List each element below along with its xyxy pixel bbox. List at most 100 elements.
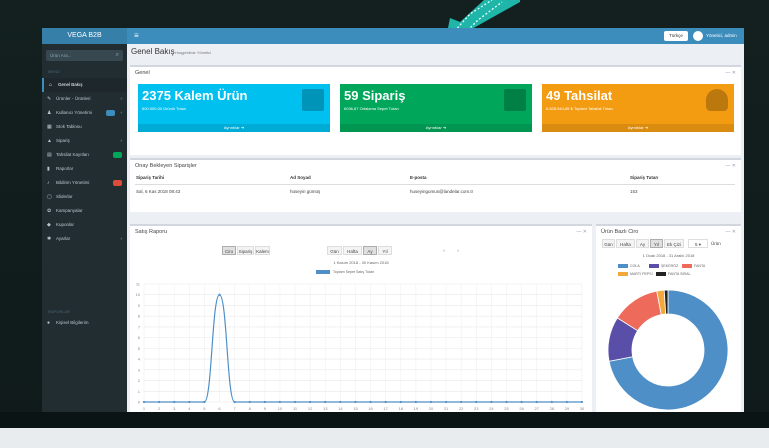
top-navbar: VEGA B2B ≡ Türkçe Yönetici, admin (42, 28, 744, 44)
sidebar-item-label: Tahsilat Kayıtları (56, 152, 90, 157)
sidebar-item-5[interactable]: ▤ Tahsilat Kayıtları (42, 148, 127, 162)
box-tools[interactable]: — ✕ (576, 228, 587, 237)
legend-swatch (618, 264, 628, 268)
legend-label[interactable]: FANTA (694, 264, 705, 269)
pie-period-button-0[interactable]: Gün (602, 239, 615, 248)
sidebar-item-2[interactable]: ♟ Kullanıcı Yönetimi ‹ (42, 106, 127, 120)
data-point[interactable] (384, 400, 387, 404)
sidebar-item-3[interactable]: ▦ Stok Tablosu (42, 120, 127, 134)
pie-period-button-3[interactable]: Yıl (650, 239, 663, 248)
pie-period-button-1[interactable]: Hafta (616, 239, 635, 248)
chevron-left-icon[interactable]: ‹ (438, 246, 450, 255)
box-tools[interactable]: — ✕ (725, 162, 736, 171)
data-point[interactable] (218, 293, 221, 296)
legend-label[interactable]: ŞEKERÖZ (661, 264, 678, 269)
info-card-details-link[interactable]: Ayrıntılar ➜ (138, 124, 330, 132)
table-header[interactable]: E-posta (410, 174, 427, 181)
data-point[interactable] (263, 400, 266, 404)
pie-period-button-2[interactable]: Ay (636, 239, 649, 248)
metric-button-0[interactable]: Ciro (222, 246, 236, 255)
data-point[interactable] (339, 400, 342, 404)
period-button-0[interactable]: Gün (327, 246, 342, 255)
info-card-1[interactable]: 59 Sipariş 6036,87 Ortalama Sepet Tutarı A… (340, 84, 532, 132)
data-point[interactable] (535, 400, 538, 404)
data-point[interactable] (369, 400, 372, 404)
y-tick-label: 4 (138, 357, 141, 362)
table-header[interactable]: Sipariş Tutarı (630, 174, 658, 181)
info-card-0[interactable]: 2375 Kalem Ürün 600.000,00 Ürünlü Tutarı A… (138, 84, 330, 132)
data-point[interactable] (444, 400, 448, 404)
search-icon[interactable]: ⌕ (116, 50, 119, 61)
box-tools[interactable]: — ✕ (725, 228, 736, 237)
sidebar-item-6[interactable]: ▮ Raporlar (42, 162, 127, 176)
data-point[interactable] (278, 400, 282, 404)
data-point[interactable] (293, 400, 297, 404)
sidebar-search-input[interactable]: Ürün Ara... ⌕ (46, 50, 123, 61)
data-point[interactable] (158, 400, 161, 404)
count-badge (113, 180, 122, 186)
user-name[interactable]: Yönetici, admin (706, 31, 737, 41)
brand-logo[interactable]: VEGA B2B (42, 28, 127, 44)
x-tick-label: 17 (383, 406, 388, 411)
x-tick-label: 19 (414, 406, 419, 411)
sidebar-item-label: Ayarlar (56, 236, 71, 241)
data-point[interactable] (429, 400, 433, 404)
data-point[interactable] (460, 400, 463, 404)
legend-label[interactable]: FANTA SIRAL (668, 272, 691, 277)
sidebar-item-8[interactable]: ▢ Sliderlar (42, 190, 127, 204)
data-point[interactable] (520, 400, 523, 404)
data-point[interactable] (550, 400, 553, 404)
bars-icon[interactable]: ≡ (134, 31, 139, 41)
legend-swatch (656, 272, 666, 276)
sidebar-item-12[interactable]: ● Kişisel Bilgilerim (42, 316, 127, 330)
data-point[interactable] (354, 400, 357, 404)
sidebar-item-0[interactable]: ⌂ Genel Bakış (42, 78, 127, 92)
data-point[interactable] (173, 400, 176, 404)
data-point[interactable] (580, 400, 584, 404)
data-point[interactable] (188, 400, 191, 404)
language-button[interactable]: Türkçe (664, 31, 688, 41)
sidebar-item-4[interactable]: ▲ Sipariş ‹ (42, 134, 127, 148)
info-card-2[interactable]: 49 Tahsilat 6.628.944,85 ₺ Toplam Tahsila… (542, 84, 734, 132)
period-button-2[interactable]: Ay (363, 246, 377, 255)
data-point[interactable] (565, 400, 568, 404)
data-point[interactable] (505, 400, 508, 404)
data-point[interactable] (414, 400, 417, 404)
metric-button-2[interactable]: Kalem (255, 246, 270, 255)
period-button-3[interactable]: Yıl (378, 246, 392, 255)
x-tick-label: 27 (534, 406, 539, 411)
data-point[interactable] (399, 400, 402, 404)
metric-button-1[interactable]: Sipariş (237, 246, 254, 255)
sidebar-item-9[interactable]: ✿ Kampanyalar (42, 204, 127, 218)
tag-icon: ✎ (47, 96, 52, 102)
data-point[interactable] (248, 400, 251, 404)
data-point[interactable] (475, 400, 478, 404)
data-point[interactable] (142, 400, 146, 404)
info-card-details-link[interactable]: Ayrıntılar ➜ (542, 124, 734, 132)
table-header[interactable]: Sipariş Tarihi (136, 174, 164, 181)
bell-icon: ♪ (47, 180, 50, 186)
legend-label[interactable]: Toplam Sepet Satış Tutarı (333, 270, 374, 275)
legend-label[interactable]: COLA (630, 264, 640, 269)
box-tools[interactable]: — ✕ (725, 69, 736, 78)
legend-label[interactable]: MARTİ PEPSİ (630, 272, 653, 277)
data-point[interactable] (324, 400, 327, 404)
sidebar-item-1[interactable]: ✎ Ürünler - Ürünleri ‹ (42, 92, 127, 106)
pie-period-button-4[interactable]: Ek Çizi (664, 239, 684, 248)
sidebar-item-7[interactable]: ♪ Bildirim Yönetimi (42, 176, 127, 190)
table-header[interactable]: Ad Soyad (290, 174, 311, 181)
data-point[interactable] (490, 400, 493, 404)
sidebar-item-11[interactable]: ✱ Ayarlar ‹ (42, 232, 127, 246)
user-avatar-icon[interactable] (693, 31, 703, 41)
info-card-details-link[interactable]: Ayrıntılar ➜ (340, 124, 532, 132)
data-point[interactable] (309, 400, 312, 404)
data-point[interactable] (203, 400, 206, 404)
period-button-1[interactable]: Hafta (343, 246, 362, 255)
x-tick-label: 14 (338, 406, 343, 411)
sidebar-item-10[interactable]: ◆ Kuponlar (42, 218, 127, 232)
y-tick-label: 11 (136, 282, 141, 287)
sidebar-item-label: Kullanıcı Yönetimi (56, 110, 92, 115)
product-count-select[interactable]: 5 ▾ (688, 239, 708, 248)
data-point[interactable] (233, 400, 236, 404)
chevron-right-icon[interactable]: › (452, 246, 464, 255)
